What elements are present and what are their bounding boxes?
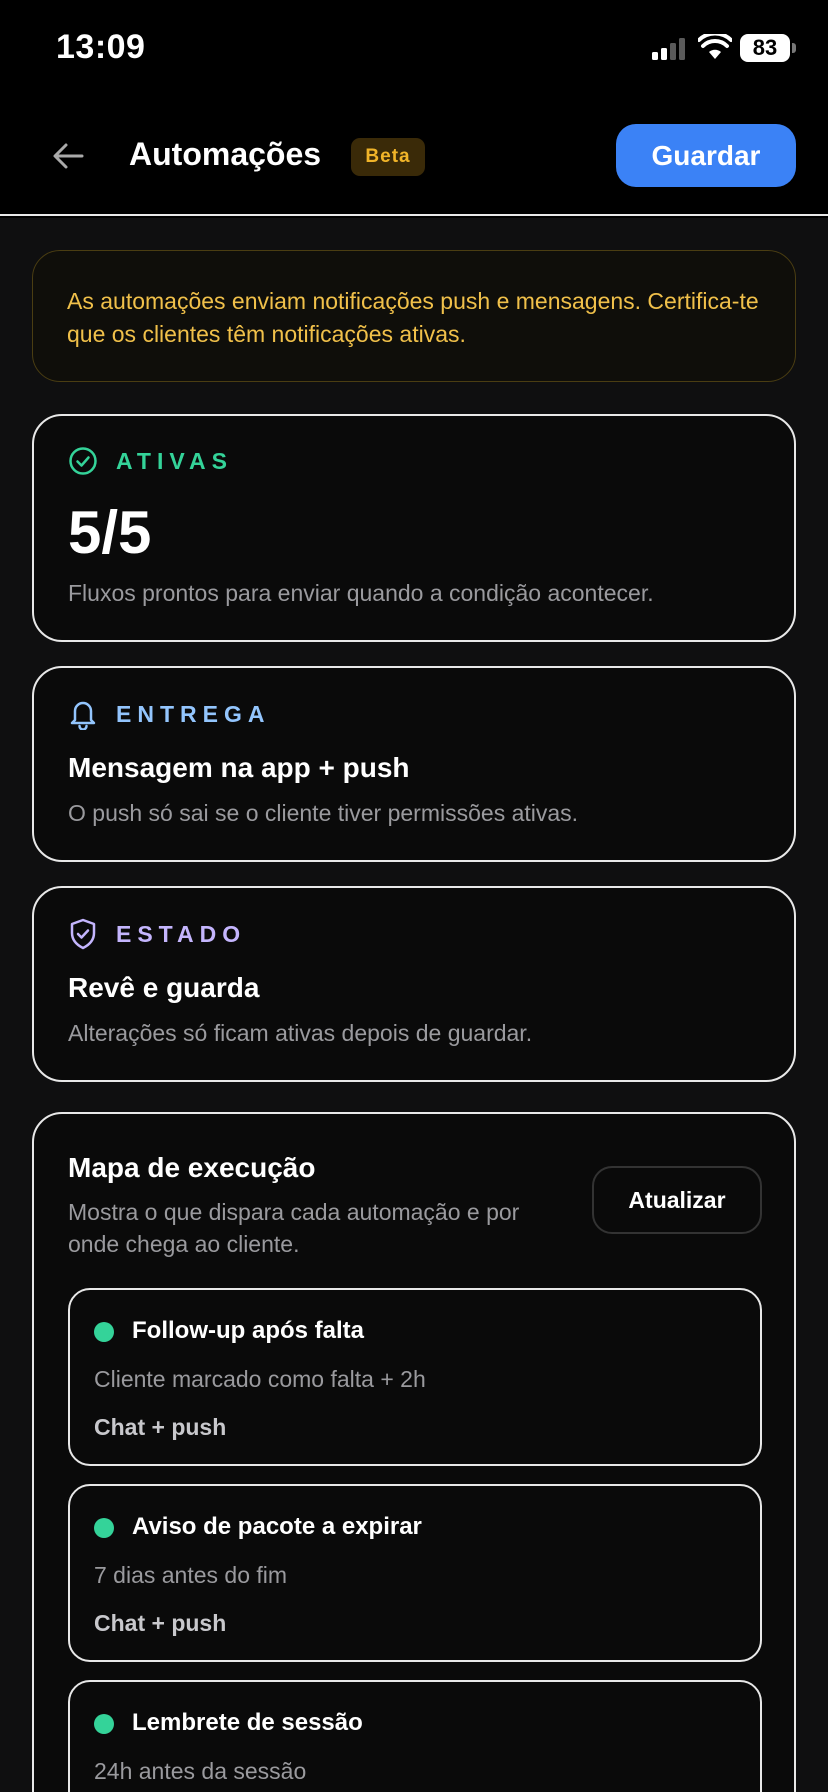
status-time: 13:09 xyxy=(56,28,146,66)
state-label-row: ESTADO xyxy=(68,918,246,950)
cellular-signal-icon xyxy=(652,38,688,65)
status-dot xyxy=(94,1714,114,1734)
delivery-heading: Mensagem na app + push xyxy=(68,752,410,783)
flow-trigger: 24h antes da sessão xyxy=(94,1758,307,1784)
flow-channel: Chat + push xyxy=(94,1610,227,1636)
bell-icon xyxy=(68,698,98,730)
page-title: Automações xyxy=(129,136,322,172)
execution-map-title: Mapa de execução xyxy=(68,1152,316,1183)
arrow-left-icon xyxy=(52,142,84,175)
flow-trigger: 7 dias antes do fim xyxy=(94,1562,288,1588)
active-flows-card: ATIVAS 5/5 Fluxos prontos para enviar qu… xyxy=(32,414,796,642)
execution-map-description: Mostra o que dispara cada automação e po… xyxy=(68,1199,520,1257)
refresh-button[interactable]: Atualizar xyxy=(592,1166,762,1234)
delivery-description: O push só sai se o cliente tiver permiss… xyxy=(68,800,579,826)
active-label: ATIVAS xyxy=(116,447,233,474)
execution-map-card: Mapa de execução Mostra o que dispara ca… xyxy=(32,1112,796,1792)
status-dot xyxy=(94,1518,114,1538)
wifi-icon xyxy=(697,31,733,65)
active-label-row: ATIVAS xyxy=(68,446,233,476)
delivery-label: ENTREGA xyxy=(116,700,271,727)
state-label: ESTADO xyxy=(116,920,247,947)
status-dot xyxy=(94,1322,114,1342)
flow-channel: Chat + push xyxy=(94,1414,227,1440)
state-card: ESTADO Revê e guarda Alterações só ficam… xyxy=(32,886,796,1082)
battery-indicator: 83 xyxy=(740,34,796,62)
state-description: Alterações só ficam ativas depois de gua… xyxy=(68,1020,533,1046)
app-header: Automações Beta Guardar xyxy=(0,100,828,216)
flow-name: Aviso de pacote a expirar xyxy=(132,1513,422,1540)
shield-check-icon xyxy=(68,918,98,950)
back-button[interactable] xyxy=(44,134,92,182)
flow-item[interactable]: Follow-up após falta Cliente marcado com… xyxy=(68,1288,762,1466)
state-heading: Revê e guarda xyxy=(68,972,260,1003)
active-description: Fluxos prontos para enviar quando a cond… xyxy=(68,580,654,606)
check-circle-icon xyxy=(68,446,98,476)
active-count: 5/5 xyxy=(68,499,152,566)
save-button[interactable]: Guardar xyxy=(616,124,796,187)
status-bar: 13:09 83 xyxy=(0,0,828,100)
beta-badge: Beta xyxy=(351,138,425,176)
flow-name: Follow-up após falta xyxy=(132,1317,364,1344)
flow-name: Lembrete de sessão xyxy=(132,1709,363,1736)
main-content[interactable]: As automações enviam notificações push e… xyxy=(0,218,828,1792)
delivery-card: ENTREGA Mensagem na app + push O push só… xyxy=(32,666,796,862)
delivery-label-row: ENTREGA xyxy=(68,698,270,730)
notifications-notice: As automações enviam notificações push e… xyxy=(32,250,796,382)
flow-item[interactable]: Aviso de pacote a expirar 7 dias antes d… xyxy=(68,1484,762,1662)
flow-item[interactable]: Lembrete de sessão 24h antes da sessão xyxy=(68,1680,762,1792)
flow-trigger: Cliente marcado como falta + 2h xyxy=(94,1366,426,1392)
